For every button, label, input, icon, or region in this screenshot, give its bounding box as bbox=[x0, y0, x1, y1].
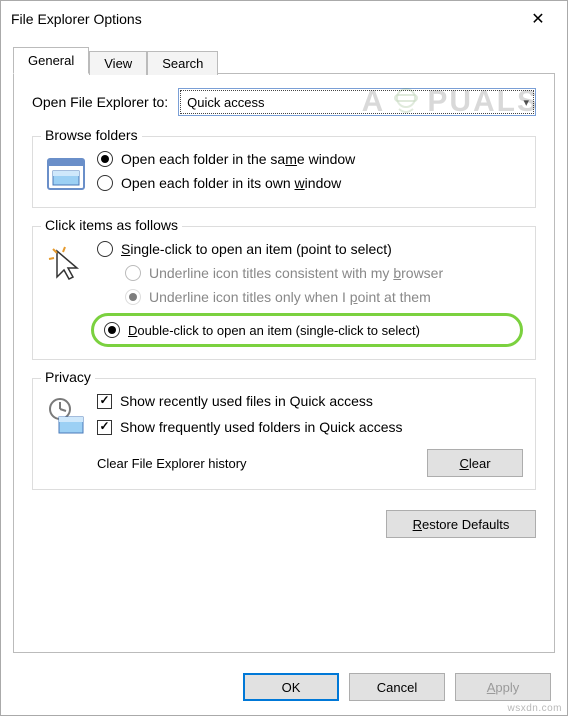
radio-underline-browser: Underline icon titles consistent with my… bbox=[125, 265, 523, 281]
content-area: A PUALS General View Search Open File Ex… bbox=[1, 37, 567, 661]
radio-underline-point: Underline icon titles only when I point … bbox=[125, 289, 523, 305]
checkbox-icon bbox=[97, 394, 112, 409]
open-explorer-label: Open File Explorer to: bbox=[32, 94, 168, 110]
open-explorer-dropdown[interactable]: Quick access ▾ bbox=[178, 88, 536, 116]
radio-icon bbox=[97, 241, 113, 257]
tab-general-label: General bbox=[28, 53, 74, 68]
restore-defaults-button[interactable]: Restore Defaults bbox=[386, 510, 536, 538]
group-browse-folders: Browse folders Open each folder in the s… bbox=[32, 136, 536, 208]
radio-own-label: Open each folder in its own window bbox=[121, 175, 341, 191]
radio-single-label: Single-click to open an item (point to s… bbox=[121, 241, 392, 257]
cancel-label: Cancel bbox=[377, 680, 417, 695]
group-privacy-legend: Privacy bbox=[41, 369, 95, 385]
radio-icon bbox=[125, 265, 141, 281]
chevron-down-icon: ▾ bbox=[523, 96, 529, 109]
group-click-legend: Click items as follows bbox=[41, 217, 182, 233]
group-click-items: Click items as follows Single-cl bbox=[32, 226, 536, 360]
cancel-button[interactable]: Cancel bbox=[349, 673, 445, 701]
checkbox-frequent-folders[interactable]: Show frequently used folders in Quick ac… bbox=[97, 419, 523, 435]
clear-button[interactable]: Clear bbox=[427, 449, 523, 477]
ok-button[interactable]: OK bbox=[243, 673, 339, 701]
dialog-footer: OK Cancel Apply bbox=[1, 661, 567, 715]
checkbox-recent-files[interactable]: Show recently used files in Quick access bbox=[97, 393, 523, 409]
radio-icon bbox=[97, 151, 113, 167]
clear-history-label: Clear File Explorer history bbox=[97, 456, 411, 471]
radio-icon bbox=[97, 175, 113, 191]
apply-button[interactable]: Apply bbox=[455, 673, 551, 701]
open-explorer-value: Quick access bbox=[187, 95, 264, 110]
close-button[interactable]: ✕ bbox=[515, 4, 561, 34]
checkbox-icon bbox=[97, 420, 112, 435]
radio-same-label: Open each folder in the same window bbox=[121, 151, 355, 167]
radio-icon bbox=[104, 322, 120, 338]
dialog-window: File Explorer Options ✕ A PUALS General … bbox=[0, 0, 568, 716]
ok-label: OK bbox=[282, 680, 301, 695]
tab-view[interactable]: View bbox=[89, 51, 147, 75]
checkbox-frequent-label: Show frequently used folders in Quick ac… bbox=[120, 419, 402, 435]
group-browse-legend: Browse folders bbox=[41, 127, 142, 143]
radio-same-window[interactable]: Open each folder in the same window bbox=[97, 151, 523, 167]
open-explorer-row: Open File Explorer to: Quick access ▾ bbox=[32, 88, 536, 116]
checkbox-recent-label: Show recently used files in Quick access bbox=[120, 393, 373, 409]
tab-view-label: View bbox=[104, 56, 132, 71]
radio-double-click[interactable]: Double-click to open an item (single-cli… bbox=[91, 313, 523, 347]
titlebar: File Explorer Options ✕ bbox=[1, 1, 567, 37]
tab-strip: General View Search bbox=[13, 43, 555, 73]
radio-icon bbox=[125, 289, 141, 305]
window-title: File Explorer Options bbox=[11, 11, 515, 27]
cursor-click-icon bbox=[45, 243, 87, 285]
tab-panel-general: Open File Explorer to: Quick access ▾ Br… bbox=[13, 73, 555, 653]
group-privacy: Privacy Show recently used files in Quic… bbox=[32, 378, 536, 490]
tab-search-label: Search bbox=[162, 56, 203, 71]
radio-double-label: Double-click to open an item (single-cli… bbox=[128, 323, 420, 338]
history-icon bbox=[45, 395, 87, 437]
tab-general[interactable]: General bbox=[13, 47, 89, 74]
radio-single-click[interactable]: Single-click to open an item (point to s… bbox=[97, 241, 523, 257]
tab-search[interactable]: Search bbox=[147, 51, 218, 75]
source-footnote: wsxdn.com bbox=[507, 703, 562, 714]
radio-underline-point-label: Underline icon titles only when I point … bbox=[149, 289, 431, 305]
folder-window-icon bbox=[45, 153, 87, 195]
radio-underline-browser-label: Underline icon titles consistent with my… bbox=[149, 265, 443, 281]
radio-own-window[interactable]: Open each folder in its own window bbox=[97, 175, 523, 191]
